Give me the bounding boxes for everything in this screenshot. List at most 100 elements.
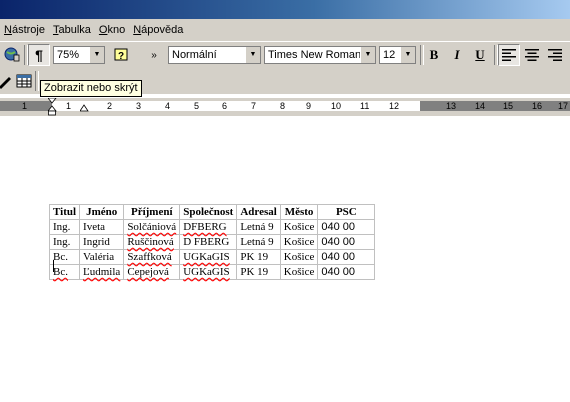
tab-stop-marker[interactable] bbox=[79, 102, 89, 112]
align-center-icon bbox=[525, 49, 539, 61]
table-cell: Košice bbox=[279, 249, 319, 265]
table-header-cell: Adresal bbox=[236, 204, 281, 220]
menu-bar: Nástroje Tabulka Okno Nápověda bbox=[0, 19, 570, 41]
zoom-value: 75% bbox=[57, 49, 80, 61]
indent-marker-icon bbox=[47, 97, 57, 116]
table-cell: DFBERG bbox=[179, 219, 238, 235]
align-center-button[interactable] bbox=[521, 44, 543, 66]
table-cell: Košice bbox=[279, 219, 319, 235]
align-right-button[interactable] bbox=[544, 44, 566, 66]
ruler-number: 13 bbox=[446, 101, 457, 111]
align-left-icon bbox=[502, 49, 516, 61]
font-value: Times New Roman bbox=[268, 49, 362, 61]
zoom-combo[interactable]: 75% ▼ bbox=[53, 46, 105, 64]
menu-hotkey: N bbox=[4, 24, 12, 36]
ruler-number: 1 bbox=[22, 101, 28, 111]
svg-text:?: ? bbox=[118, 51, 124, 62]
text-cursor bbox=[53, 260, 54, 272]
chevron-down-icon[interactable]: ▼ bbox=[245, 47, 260, 63]
ruler-number: 11 bbox=[360, 101, 370, 111]
indent-marker[interactable] bbox=[47, 97, 57, 116]
chevron-down-icon[interactable]: ▼ bbox=[89, 47, 104, 63]
table-cell: Košice bbox=[279, 264, 319, 280]
align-right-icon bbox=[548, 49, 562, 61]
table-cell: Ingrid bbox=[79, 234, 125, 250]
table-cell: Szaffková bbox=[123, 249, 181, 265]
ruler-number: 2 bbox=[107, 101, 113, 111]
table-icon bbox=[16, 74, 32, 88]
ruler-number: 12 bbox=[389, 101, 400, 111]
web-globe-button[interactable] bbox=[1, 43, 23, 65]
horizontal-ruler[interactable]: 1 1 2 3 4 5 6 7 8 9 10 11 12 13 14 15 16… bbox=[0, 97, 570, 116]
chevron-down-icon[interactable]: ▼ bbox=[400, 47, 415, 63]
globe-icon bbox=[4, 47, 20, 62]
insert-table-button[interactable] bbox=[13, 70, 35, 92]
pilcrow-icon: ¶ bbox=[35, 47, 43, 63]
bold-button[interactable]: B bbox=[423, 44, 445, 66]
ruler-number: 17 bbox=[558, 101, 569, 111]
table-cell: Ruščinová bbox=[123, 234, 181, 250]
font-combo[interactable]: Times New Roman ▼ bbox=[264, 46, 376, 64]
table-header-row: Titul Jméno Příjmení Společnost Adresal … bbox=[48, 204, 376, 220]
table-cell: Ľudmila bbox=[79, 264, 125, 280]
style-value: Normální bbox=[172, 49, 217, 61]
menu-hotkey: N bbox=[133, 24, 142, 36]
menu-label: kno bbox=[107, 24, 126, 36]
align-left-button[interactable] bbox=[498, 44, 520, 66]
table-cell: 040 00 bbox=[317, 234, 376, 250]
table-row: Bc. Ľudmila Cepejová UGKaGIS PK 19 Košic… bbox=[48, 264, 376, 280]
underline-icon: U bbox=[475, 47, 485, 62]
table-cell: Bc. bbox=[48, 249, 81, 265]
table-cell: Letná 9 bbox=[236, 234, 281, 250]
chevron-down-icon[interactable]: ▼ bbox=[360, 47, 375, 63]
show-hide-button[interactable]: ¶ bbox=[28, 44, 50, 66]
table-cell: Cepejová bbox=[123, 264, 181, 280]
table-header-cell: Jméno bbox=[79, 204, 125, 220]
table-header-cell: PSC bbox=[317, 204, 376, 220]
menu-nastroje[interactable]: Nástroje bbox=[0, 19, 49, 41]
table-cell: UGKaGIS bbox=[179, 249, 238, 265]
table-cell: Ing. bbox=[48, 234, 81, 250]
data-table: Titul Jméno Příjmení Společnost Adresal … bbox=[48, 204, 376, 280]
italic-icon: I bbox=[454, 47, 460, 62]
ruler-number: 1 bbox=[66, 101, 72, 111]
menu-okno[interactable]: Okno bbox=[95, 19, 129, 41]
menu-napoveda[interactable]: Nápověda bbox=[129, 19, 187, 41]
help-icon: ? bbox=[114, 48, 128, 62]
font-size-combo[interactable]: 12 ▼ bbox=[379, 46, 416, 64]
ruler-number: 15 bbox=[503, 101, 514, 111]
table-cell: Košice bbox=[279, 234, 319, 250]
ruler-number: 9 bbox=[306, 101, 312, 111]
table-cell: D FBERG bbox=[179, 234, 238, 250]
table-cell: PK 19 bbox=[236, 264, 281, 280]
menu-label: abulka bbox=[58, 24, 91, 36]
menu-tabulka[interactable]: Tabulka bbox=[49, 19, 95, 41]
window-title-bar bbox=[0, 0, 570, 19]
ruler-number: 6 bbox=[222, 101, 228, 111]
ruler-number: 16 bbox=[532, 101, 543, 111]
table-cell: Ing. bbox=[48, 219, 81, 235]
table-row: Bc. Valéria Szaffková UGKaGIS PK 19 Koši… bbox=[48, 249, 376, 265]
table-header-cell: Město bbox=[279, 204, 319, 220]
ruler-number: 5 bbox=[194, 101, 200, 111]
table-cell: Letná 9 bbox=[236, 219, 281, 235]
font-size-value: 12 bbox=[383, 49, 396, 61]
ruler-number: 10 bbox=[331, 101, 342, 111]
underline-button[interactable]: U bbox=[469, 44, 491, 66]
toolbar-overflow-icon[interactable]: » bbox=[148, 45, 160, 65]
table-cell: UGKaGIS bbox=[179, 264, 238, 280]
table-cell: Solčániová bbox=[123, 219, 181, 235]
table-header-cell: Společnost bbox=[179, 204, 238, 220]
italic-button[interactable]: I bbox=[446, 44, 468, 66]
table-cell: Bc. bbox=[48, 264, 81, 280]
table-cell: PK 19 bbox=[236, 249, 281, 265]
toolbar-separator bbox=[35, 71, 39, 91]
style-combo[interactable]: Normální ▼ bbox=[168, 46, 261, 64]
tab-marker-icon bbox=[79, 104, 89, 112]
ruler-number: 3 bbox=[136, 101, 142, 111]
table-cell: Iveta bbox=[79, 219, 125, 235]
table-cell: 040 00 bbox=[317, 219, 376, 235]
help-button[interactable]: ? bbox=[110, 44, 132, 66]
bold-icon: B bbox=[429, 47, 439, 62]
menu-label: ástroje bbox=[11, 24, 45, 36]
